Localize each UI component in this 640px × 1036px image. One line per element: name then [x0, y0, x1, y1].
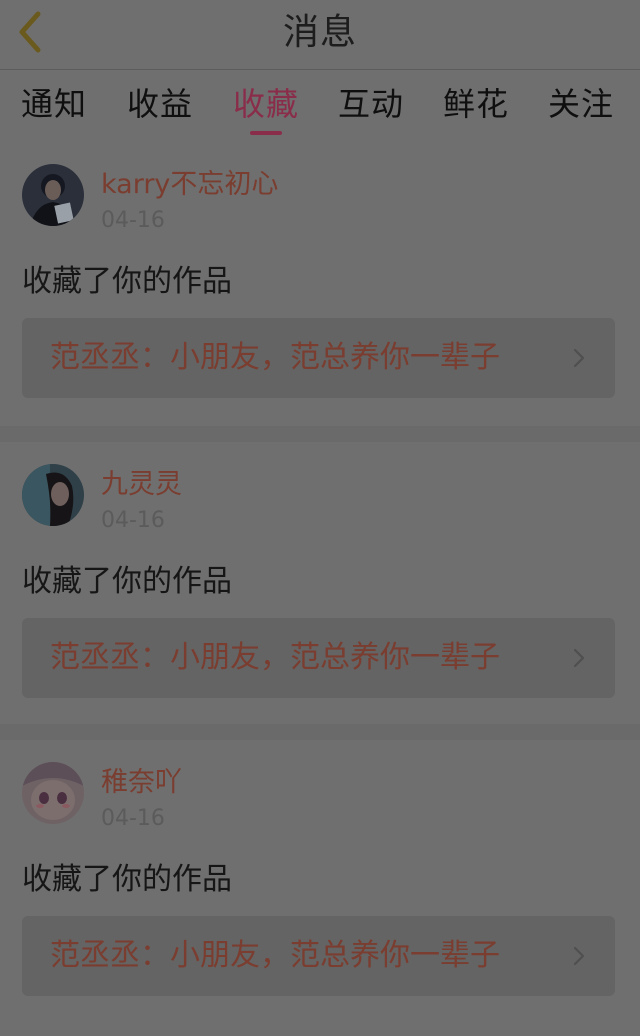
tab-interactions[interactable]: 互动	[338, 84, 404, 124]
timestamp: 04-16	[101, 508, 165, 533]
action-text: 收藏了你的作品	[22, 564, 232, 599]
divider	[0, 426, 640, 442]
chevron-right-icon	[573, 348, 585, 368]
tab-notifications[interactable]: 通知	[21, 84, 87, 124]
username[interactable]: 九灵灵	[101, 468, 182, 502]
timestamp: 04-16	[101, 208, 165, 233]
chevron-right-icon	[573, 946, 585, 966]
header: 消息	[0, 0, 640, 70]
divider	[0, 724, 640, 740]
message-card: karry不忘初心 04-16 收藏了你的作品 范丞丞：小朋友，范总养你一辈子	[0, 150, 640, 430]
avatar[interactable]	[22, 762, 84, 824]
username[interactable]: karry不忘初心	[101, 168, 278, 202]
action-text: 收藏了你的作品	[22, 862, 232, 897]
active-tab-indicator	[250, 131, 282, 135]
action-text: 收藏了你的作品	[22, 264, 232, 299]
work-title: 范丞丞：小朋友，范总养你一辈子	[50, 340, 500, 375]
work-link[interactable]: 范丞丞：小朋友，范总养你一辈子	[22, 618, 615, 698]
avatar[interactable]	[22, 464, 84, 526]
work-link[interactable]: 范丞丞：小朋友，范总养你一辈子	[22, 916, 615, 996]
message-card: 九灵灵 04-16 收藏了你的作品 范丞丞：小朋友，范总养你一辈子	[0, 450, 640, 730]
tab-flowers[interactable]: 鲜花	[443, 84, 509, 124]
tab-favorites[interactable]: 收藏	[233, 84, 299, 124]
avatar[interactable]	[22, 164, 84, 226]
work-title: 范丞丞：小朋友，范总养你一辈子	[50, 938, 500, 973]
username[interactable]: 稚奈吖	[101, 766, 182, 800]
tab-earnings[interactable]: 收益	[127, 84, 193, 124]
chevron-right-icon	[573, 648, 585, 668]
tab-following[interactable]: 关注	[548, 84, 614, 124]
work-link[interactable]: 范丞丞：小朋友，范总养你一辈子	[22, 318, 615, 398]
work-title: 范丞丞：小朋友，范总养你一辈子	[50, 640, 500, 675]
message-card: 稚奈吖 04-16 收藏了你的作品 范丞丞：小朋友，范总养你一辈子	[0, 748, 640, 1036]
page-title: 消息	[282, 12, 357, 53]
tab-bar: 通知 收益 收藏 互动 鲜花 关注	[0, 72, 640, 136]
timestamp: 04-16	[101, 806, 165, 831]
